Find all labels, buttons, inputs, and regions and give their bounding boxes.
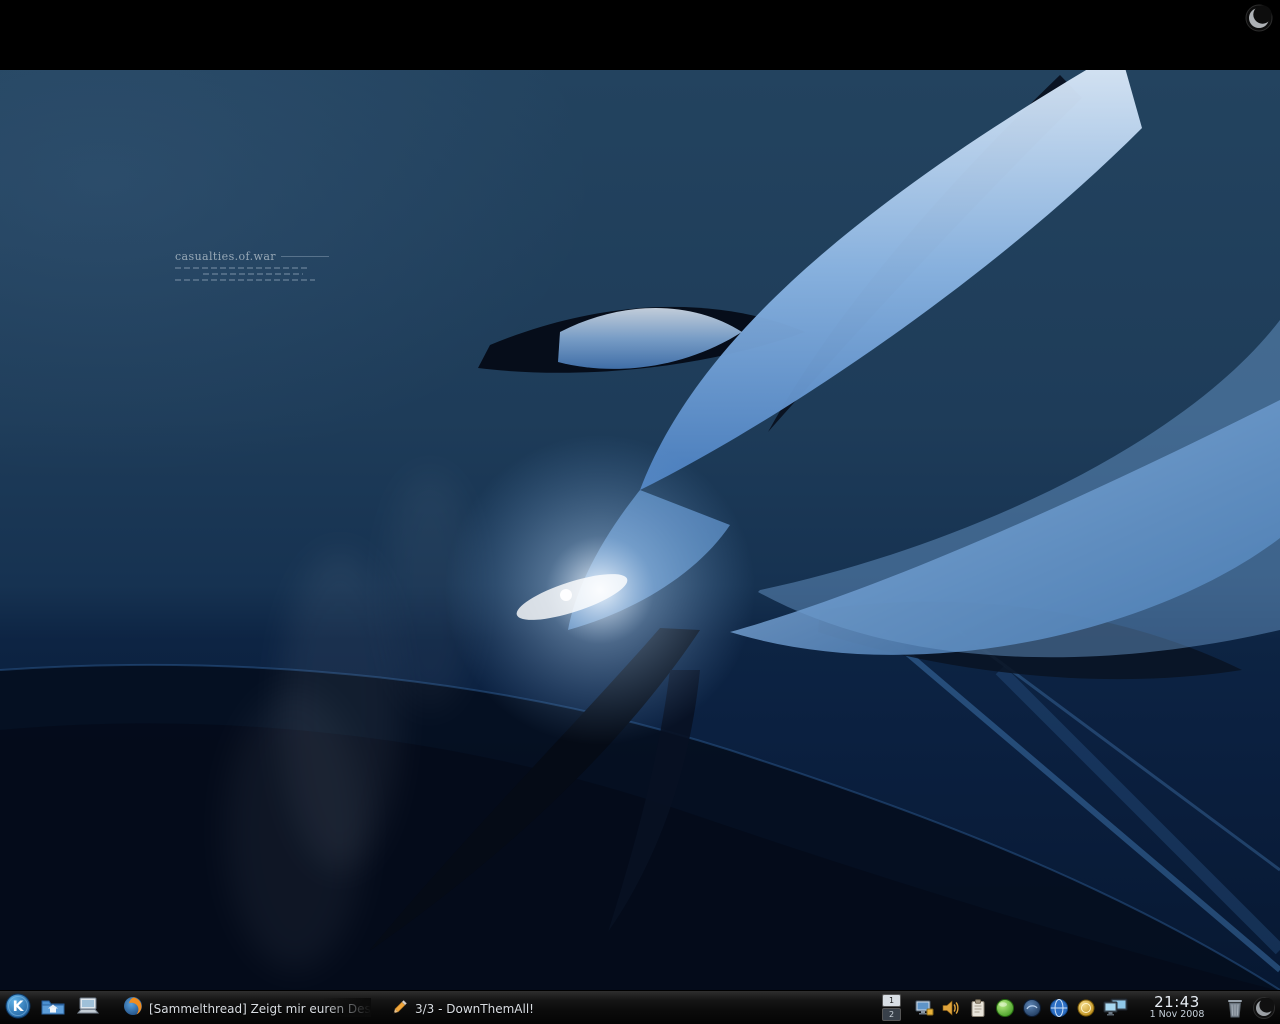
wallpaper-caption-title: casualties.of.war	[175, 250, 335, 263]
trash-icon[interactable]	[1222, 995, 1248, 1021]
swirl-orb-icon[interactable]	[1021, 997, 1043, 1019]
pencil-icon	[391, 997, 409, 1019]
clipboard-icon[interactable]	[967, 997, 989, 1019]
gold-orb-icon[interactable]	[1075, 997, 1097, 1019]
clock-date: 1 Nov 2008	[1149, 1009, 1205, 1021]
pager-desktop-1[interactable]: 1	[882, 994, 901, 1007]
laptop-launcher[interactable]	[74, 994, 102, 1022]
virtual-desktop-pager: 1 2	[882, 994, 901, 1021]
caption-text-lines	[203, 273, 303, 275]
desktop-screen: casualties.of.war K [Sammelthread] Zeigt…	[0, 0, 1280, 1024]
home-folder-icon	[40, 993, 66, 1023]
volume-icon[interactable]	[940, 997, 962, 1019]
pager-desktop-2[interactable]: 2	[882, 1008, 901, 1021]
panel-toolbox-cashew-icon[interactable]	[1252, 996, 1276, 1020]
taskbar-panel: K [Sammelthread] Zeigt mir euren Desk 3/…	[0, 990, 1280, 1024]
wallpaper-caption: casualties.of.war	[175, 250, 335, 281]
firefox-icon	[123, 996, 143, 1020]
laptop-icon	[75, 993, 101, 1023]
clock-time: 21:43	[1154, 992, 1200, 1011]
network-monitor-icon[interactable]	[913, 997, 935, 1019]
task-label: 3/3 - DownThemAll!	[415, 1002, 534, 1016]
kmenu-button[interactable]: K	[4, 993, 32, 1023]
task-label: [Sammelthread] Zeigt mir euren Desk	[149, 1002, 371, 1016]
dual-display-icon[interactable]	[1102, 997, 1130, 1019]
wallpaper-abstract-art	[0, 70, 1280, 990]
system-tray	[913, 997, 1130, 1019]
caption-text-lines	[175, 267, 310, 269]
green-orb-icon[interactable]	[994, 997, 1016, 1019]
kde-kickoff-menu-icon: K	[5, 993, 31, 1023]
home-folder-launcher[interactable]	[39, 994, 67, 1022]
task-firefox-window[interactable]: [Sammelthread] Zeigt mir euren Desk	[117, 994, 377, 1022]
blue-globe-icon[interactable]	[1048, 997, 1070, 1019]
panel-clock[interactable]: 21:43 1 Nov 2008	[1140, 992, 1214, 1021]
caption-text-lines	[175, 279, 315, 281]
panel-right-group: 1 2 21:43 1 Nov 2008	[882, 994, 1276, 1021]
desktop-wallpaper: casualties.of.war	[0, 70, 1280, 990]
desktop-toolbox-cashew-icon[interactable]	[1244, 3, 1274, 33]
task-downthemall[interactable]: 3/3 - DownThemAll!	[385, 994, 540, 1022]
top-black-bar	[0, 0, 1280, 70]
svg-text:K: K	[13, 999, 25, 1015]
